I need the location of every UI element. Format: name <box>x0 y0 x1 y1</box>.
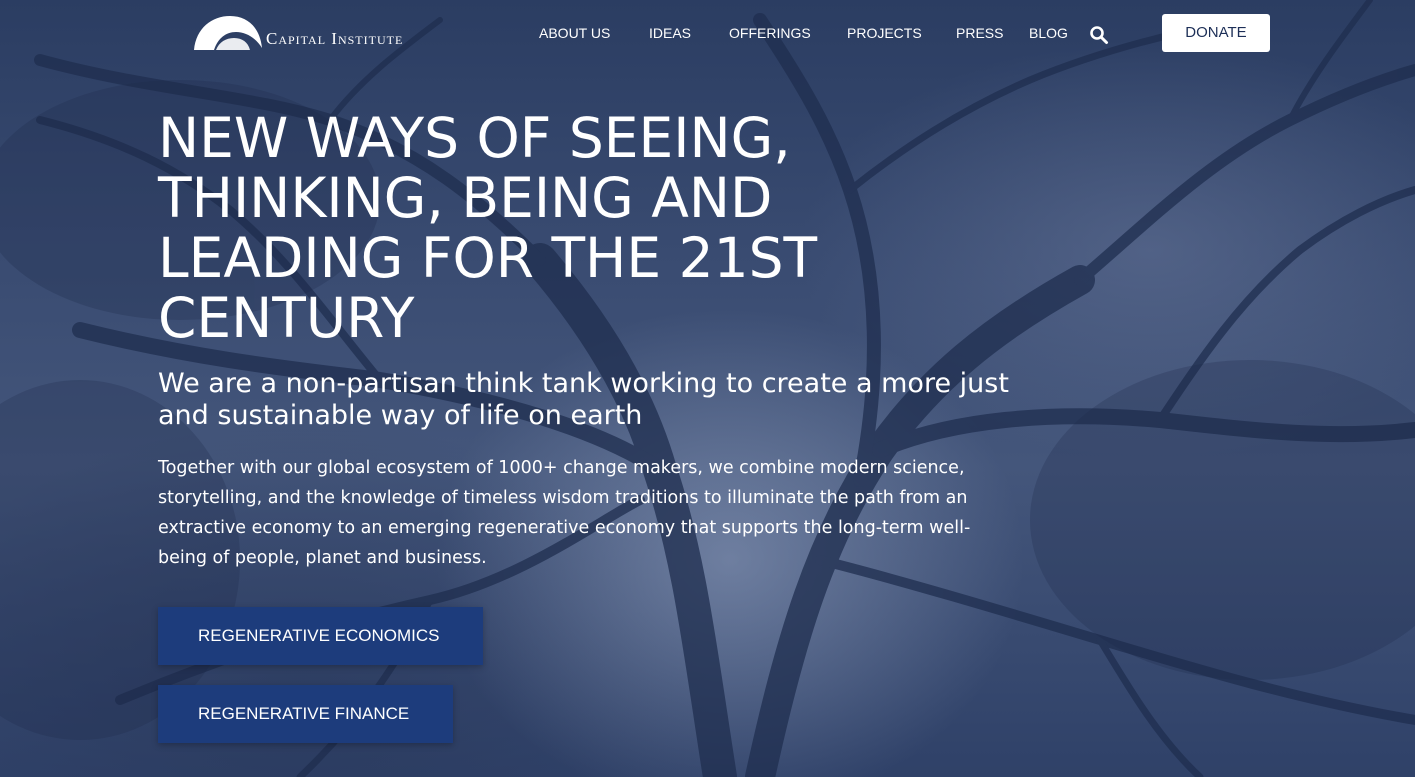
hero-subheadline: We are a non-partisan think tank working… <box>158 368 1009 431</box>
search-icon[interactable] <box>1089 25 1109 45</box>
nav-item-projects[interactable]: PROJECTS <box>847 25 922 41</box>
page-title: NEW WAYS OF SEEING, THINKING, BEING AND … <box>158 106 818 350</box>
capital-institute-logo[interactable]: Capital Institute <box>192 10 432 50</box>
hero-section: Capital Institute ABOUT US IDEAS OFFERIN… <box>0 0 1415 777</box>
brand-name: Capital Institute <box>266 29 404 48</box>
donate-button[interactable]: DONATE <box>1162 14 1270 52</box>
hero-description: Together with our global ecosystem of 10… <box>158 458 971 568</box>
nav-item-about-us[interactable]: ABOUT US <box>539 25 610 41</box>
nav-item-offerings[interactable]: OFFERINGS <box>729 25 811 41</box>
crescent-arc-logo-icon <box>194 16 262 50</box>
nav-item-blog[interactable]: BLOG <box>1029 25 1068 41</box>
nav-item-press[interactable]: PRESS <box>956 25 1003 41</box>
regenerative-economics-button[interactable]: REGENERATIVE ECONOMICS <box>158 607 483 665</box>
regenerative-finance-button[interactable]: REGENERATIVE FINANCE <box>158 685 453 743</box>
nav-item-ideas[interactable]: IDEAS <box>649 25 691 41</box>
